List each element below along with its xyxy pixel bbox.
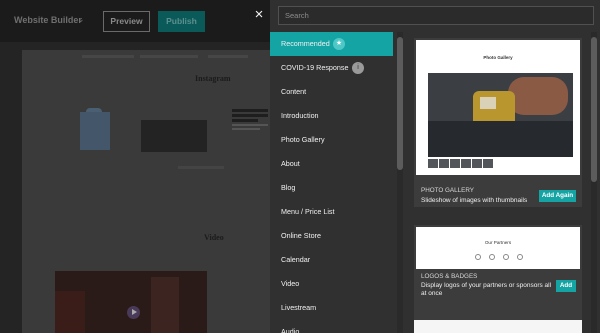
instagram-post-text [232,109,268,132]
instagram-image-2 [141,120,307,252]
card-preview: Our Partners [416,227,580,269]
search-input[interactable]: Search [278,6,594,25]
category-content[interactable]: Content [270,80,393,104]
card-label: PHOTO GALLERY [421,187,474,194]
play-icon[interactable] [127,306,140,319]
cards-scrollbar[interactable] [591,32,597,333]
publish-button[interactable]: Publish [158,11,205,32]
category-photo-gallery[interactable]: Photo Gallery [270,128,393,152]
category-audio[interactable]: Audio [270,320,393,333]
card-description: Slideshow of images with thumbnails [421,197,528,204]
category-covid-19-response[interactable]: COVID-19 Response i [270,56,393,80]
star-icon: ★ [333,38,345,50]
instagram-heading: Instagram [195,74,231,83]
section-card-photo-gallery[interactable]: Photo Gallery PHOTO GALLERY Slideshow of… [414,38,582,207]
category-introduction[interactable]: Introduction [270,104,393,128]
chevron-down-icon[interactable]: ⌄ [77,14,85,25]
category-online-store[interactable]: Online Store [270,224,393,248]
close-icon[interactable]: × [250,6,268,24]
video-thumbnail [55,271,207,333]
preview-button[interactable]: Preview [103,11,150,32]
info-icon: i [352,62,364,74]
preview-title: Photo Gallery [483,55,513,60]
add-button[interactable]: Add [556,280,576,292]
category-recommended[interactable]: Recommended ★ [270,32,393,56]
instagram-image-1-body [80,112,110,150]
category-menu-price-list[interactable]: Menu / Price List [270,200,393,224]
category-livestream[interactable]: Livestream [270,296,393,320]
gallery-photo [428,73,573,157]
site-title[interactable]: Website Builder [14,15,82,25]
category-list: Recommended ★ COVID-19 Response i Conten… [270,32,395,333]
section-card-next[interactable] [414,320,582,333]
breadcrumb [22,55,270,61]
section-card-logos-badges[interactable]: Our Partners LOGOS & BADGES Display logo… [414,225,582,324]
card-preview: Photo Gallery [416,40,580,175]
card-description: Display logos of your partners or sponso… [421,282,552,297]
card-label: LOGOS & BADGES [421,273,478,280]
category-calendar[interactable]: Calendar [270,248,393,272]
video-heading: Video [204,233,224,242]
category-blog[interactable]: Blog [270,176,393,200]
category-about[interactable]: About [270,152,393,176]
category-video[interactable]: Video [270,272,393,296]
instagram-caption [178,166,224,169]
category-scrollbar[interactable] [397,32,403,333]
preview-title: Our Partners [484,240,512,245]
add-again-button[interactable]: Add Again [539,190,576,202]
